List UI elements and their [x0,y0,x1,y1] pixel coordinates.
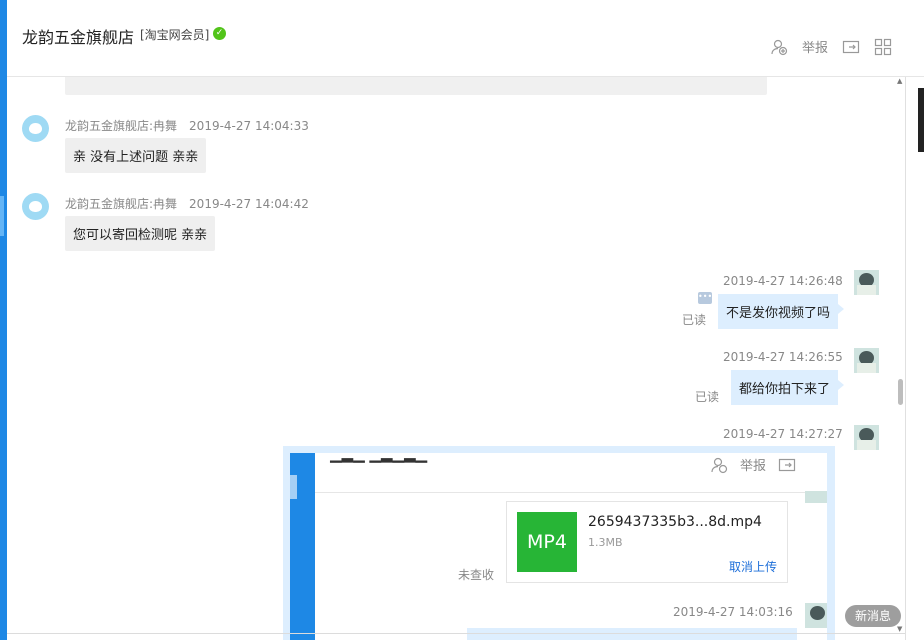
embedded-toolbar: 举报 [710,455,796,474]
message-bubble-cut [65,77,767,95]
vertical-scrollbar[interactable]: ▲ ▼ [897,77,905,633]
message-bubble: 亲 没有上述问题 亲亲 [65,138,207,173]
message-bubble: 不是发你视频了吗 [718,294,845,329]
mp4-file-icon: MP4 [517,512,577,572]
scroll-down-arrow-icon[interactable]: ▼ [897,625,902,633]
grid-icon[interactable] [874,38,892,56]
folder-arrow-icon [778,456,796,474]
file-size: 1.3MB [588,536,623,549]
embedded-screenshot: ▁▂▁ ▁▂▁▂▁ 举报 MP4 2659437335b3...8d.mp4 1… [290,453,827,640]
person-add-icon [710,456,728,474]
input-area-divider [7,633,905,634]
seller-avatar[interactable] [22,193,49,220]
file-card: MP4 2659437335b3...8d.mp4 1.3MB 取消上传 [506,501,788,583]
message-meta: 龙韵五金旗舰店:冉舞 2019-4-27 14:04:42 [65,195,309,212]
cancel-upload-link: 取消上传 [728,560,777,574]
message-bubble: 您可以寄回检测呢 亲亲 [65,216,216,251]
left-accent-bar [0,0,7,640]
member-tag: [淘宝网会员] [140,28,210,42]
message-time: 2019-4-27 14:04:33 [189,119,309,133]
side-panel-edge [905,76,924,640]
verified-check-icon: ✓ [213,27,226,40]
new-message-button[interactable]: 新消息 [845,605,901,627]
file-name: 2659437335b3...8d.mp4 [588,514,762,530]
scroll-up-arrow-icon[interactable]: ▲ [897,77,902,85]
screenshot-image-message[interactable]: ▁▂▁ ▁▂▁▂▁ 举报 MP4 2659437335b3...8d.mp4 1… [283,446,835,640]
read-status: 已读 [695,390,720,404]
embedded-accent-bar [290,453,315,640]
embedded-message-time: 2019-4-27 14:03:16 [673,605,793,619]
chat-header: 龙韵五金旗舰店 [淘宝网会员] ✓ 举报 [7,0,924,77]
file-status: 未查收 [458,568,495,582]
left-collapse-tab[interactable] [0,196,4,236]
shop-name[interactable]: 龙韵五金旗舰店 [22,24,134,48]
header-toolbar: 举报 [770,37,892,56]
seller-avatar[interactable] [22,115,49,142]
message-list[interactable]: 龙韵五金旗舰店:冉舞 2019-4-27 14:04:33 亲 没有上述问题 亲亲… [7,77,897,640]
buyer-avatar[interactable] [854,348,879,373]
message-time: 2019-4-27 14:26:48 [723,274,843,288]
message-time: 2019-4-27 14:26:55 [723,350,843,364]
embedded-report-label: 举报 [740,459,767,474]
embedded-buyer-avatar [805,603,827,628]
embedded-divider [315,492,827,493]
scroll-thumb[interactable] [898,379,903,405]
sender-name: 龙韵五金旗舰店:冉舞 [65,197,178,211]
embedded-avatar-cut [805,491,827,503]
embedded-header-text-cut: ▁▂▁ ▁▂▁▂▁ [330,453,428,463]
folder-arrow-icon[interactable] [842,38,860,56]
report-button[interactable]: 举报 [802,37,828,56]
embedded-bubble-cut [467,628,797,640]
message-time: 2019-4-27 14:04:42 [189,197,309,211]
more-options-icon[interactable]: ••• [698,292,712,304]
buyer-avatar[interactable] [854,425,879,450]
message-time: 2019-4-27 14:27:27 [723,427,843,441]
sender-name: 龙韵五金旗舰店:冉舞 [65,119,178,133]
message-meta: 龙韵五金旗舰店:冉舞 2019-4-27 14:04:33 [65,117,309,134]
side-panel-dark-edge [918,88,924,152]
read-status: 已读 [682,313,707,327]
message-bubble: 都给你拍下来了 [731,370,845,405]
person-add-icon[interactable] [770,38,788,56]
buyer-avatar[interactable] [854,270,879,295]
